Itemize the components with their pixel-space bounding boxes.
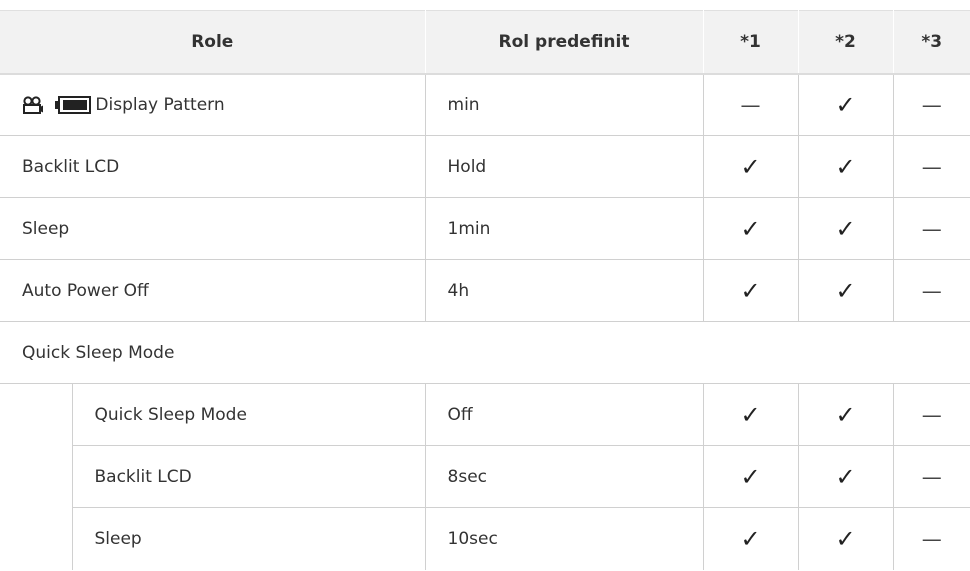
default-cell: 1min <box>424 197 704 260</box>
role-cell: Sleep <box>71 507 426 570</box>
table-row: Auto Power Off 4h ✓ ✓ — <box>0 259 970 322</box>
header-col3: *3 <box>892 10 970 75</box>
table-header-row: Role Rol predefinit *1 *2 *3 <box>0 10 970 75</box>
default-cell: Off <box>424 383 704 446</box>
header-col1: *1 <box>702 10 799 75</box>
col1-mark: ✓ <box>702 507 799 570</box>
col2-mark: ✓ <box>797 197 894 260</box>
col3-mark: — <box>892 507 970 570</box>
movie-icon <box>23 96 43 114</box>
battery-icon <box>55 95 92 114</box>
indent-spacer <box>0 507 73 570</box>
col3-mark: — <box>892 135 970 198</box>
col1-mark: ✓ <box>702 383 799 446</box>
default-cell: 4h <box>424 259 704 322</box>
col3-mark: — <box>892 73 970 136</box>
header-col2: *2 <box>797 10 894 75</box>
role-cell: Backlit LCD <box>71 445 426 508</box>
col1-mark: ✓ <box>702 197 799 260</box>
header-default: Rol predefinit <box>424 10 704 75</box>
col1-mark: ✓ <box>702 135 799 198</box>
table-row: Backlit LCD 8sec ✓ ✓ — <box>0 445 970 508</box>
table-row: Backlit LCD Hold ✓ ✓ — <box>0 135 970 198</box>
col1-mark: ✓ <box>702 445 799 508</box>
role-cell: Backlit LCD <box>0 135 426 198</box>
col2-mark: ✓ <box>797 259 894 322</box>
role-label: Display Pattern <box>95 94 225 115</box>
role-cell: Auto Power Off <box>0 259 426 322</box>
table-row: Sleep 1min ✓ ✓ — <box>0 197 970 260</box>
col2-mark: ✓ <box>797 73 894 136</box>
col3-mark: — <box>892 445 970 508</box>
default-cell: 10sec <box>424 507 704 570</box>
col2-mark: ✓ <box>797 383 894 446</box>
section-header-row: Quick Sleep Mode <box>0 321 970 384</box>
table-row: Quick Sleep Mode Off ✓ ✓ — <box>0 383 970 446</box>
col1-mark: — <box>702 73 799 136</box>
icon-group <box>22 95 93 115</box>
section-title: Quick Sleep Mode <box>0 321 970 384</box>
col3-mark: — <box>892 259 970 322</box>
table-row: Display Pattern min — ✓ — <box>0 73 970 136</box>
header-role: Role <box>0 10 426 75</box>
default-cell: Hold <box>424 135 704 198</box>
settings-table: Role Rol predefinit *1 *2 *3 Display Pat… <box>0 10 970 570</box>
default-cell: 8sec <box>424 445 704 508</box>
col1-mark: ✓ <box>702 259 799 322</box>
col3-mark: — <box>892 197 970 260</box>
indent-spacer <box>0 383 73 446</box>
indent-spacer <box>0 445 73 508</box>
col2-mark: ✓ <box>797 445 894 508</box>
role-cell: Quick Sleep Mode <box>71 383 426 446</box>
col3-mark: — <box>892 383 970 446</box>
col2-mark: ✓ <box>797 135 894 198</box>
table-row: Sleep 10sec ✓ ✓ — <box>0 507 970 570</box>
role-cell: Display Pattern <box>0 73 426 136</box>
default-cell: min <box>424 73 704 136</box>
role-cell: Sleep <box>0 197 426 260</box>
col2-mark: ✓ <box>797 507 894 570</box>
